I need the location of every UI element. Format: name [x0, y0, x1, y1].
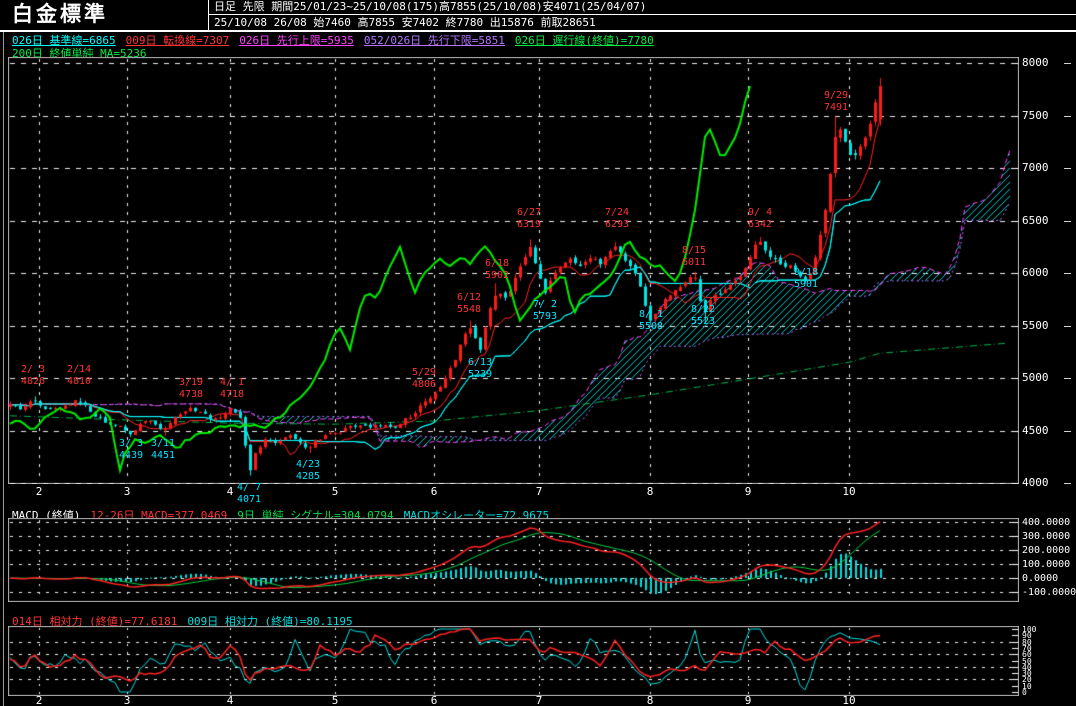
macd-axis-label: 400.0000 [1022, 517, 1071, 528]
month-label-bottom: 10 [842, 694, 856, 706]
right-edge-tick [1064, 378, 1071, 379]
month-label-bottom: 3 [123, 694, 131, 706]
month-label: 6 [430, 485, 438, 498]
price-axis-label: 6000 [1022, 266, 1049, 279]
price-axis-label: 5000 [1022, 371, 1049, 384]
month-label: 10 [842, 485, 856, 498]
macd-axis-label: 300.0000 [1022, 531, 1071, 542]
right-edge-tick [1064, 431, 1071, 432]
annotation-low: 8/ 1 5508 [638, 309, 664, 332]
price-axis-label: 4000 [1022, 476, 1049, 489]
right-edge-tick [1064, 168, 1071, 169]
month-label-bottom: 2 [35, 694, 43, 706]
month-label-bottom: 6 [430, 694, 438, 706]
annotation-low: 7/ 2 5793 [532, 299, 558, 322]
month-label: 4 [226, 485, 234, 498]
price-axis-label: 7000 [1022, 161, 1049, 174]
annotation-high: 3/19 4738 [178, 377, 204, 400]
chart-info: 日足 先限 期間25/01/23~25/10/08(175)高7855(25/1… [209, 0, 1076, 30]
month-label: 2 [35, 485, 43, 498]
chart-info-line2: 25/10/08 26/08 始7460 高7855 安7402 終7780 出… [214, 16, 596, 29]
right-edge-tick [1064, 273, 1071, 274]
annotation-high: 2/14 4810 [66, 364, 92, 387]
rsi-axis-label: 0 [1022, 688, 1027, 697]
month-label-bottom: 7 [535, 694, 543, 706]
month-label-bottom: 4 [226, 694, 234, 706]
macd-axis-label: 100.0000 [1022, 559, 1071, 570]
annotation-high: 7/24 6293 [604, 207, 630, 230]
legend-item: 026日 先行上限=5935 [239, 34, 354, 47]
month-label-bottom: 9 [744, 694, 752, 706]
annotation-low: 6/13 5239 [467, 357, 493, 380]
month-label: 7 [535, 485, 543, 498]
rsi-chart-canvas[interactable] [8, 626, 1019, 696]
macd-chart-canvas[interactable] [8, 518, 1019, 602]
annotation-high: 6/12 5548 [456, 292, 482, 315]
annotation-high: 6/18 5902 [484, 258, 510, 281]
month-label: 5 [331, 485, 339, 498]
annotation-low: 9/18 5901 [793, 267, 819, 290]
right-edge-tick [1064, 483, 1071, 484]
macd-axis-label: 0.0000 [1022, 573, 1059, 584]
price-axis-label: 5500 [1022, 318, 1049, 332]
annotation-high: 8/15 6011 [681, 245, 707, 268]
annotation-high: 9/ 4 6342 [747, 207, 773, 230]
annotation-high: 9/29 7491 [823, 90, 849, 113]
right-edge-tick [1064, 63, 1071, 64]
right-edge-tick [1064, 116, 1071, 117]
price-axis-label: 6500 [1022, 213, 1049, 227]
price-axis-label: 7500 [1022, 108, 1049, 122]
chart-info-line1: 日足 先限 期間25/01/23~25/10/08(175)高7855(25/1… [209, 0, 1076, 15]
annotation-low: 3/11 4451 [150, 438, 176, 461]
chart-header: 白金標準 日足 先限 期間25/01/23~25/10/08(175)高7855… [0, 0, 1076, 32]
main-chart-canvas[interactable] [8, 57, 1019, 484]
annotation-low: 4/ 7 4071 [236, 482, 262, 505]
annotation-high: 2/ 3 4826 [20, 364, 46, 387]
window-frame-left [3, 6, 4, 706]
month-label: 9 [744, 485, 752, 498]
right-edge-tick [1064, 221, 1071, 222]
legend-item: 052/026日 先行下限=5851 [363, 34, 505, 47]
month-label: 8 [646, 485, 654, 498]
macd-axis-label: 200.0000 [1022, 545, 1071, 556]
annotation-high: 4/ 1 4718 [219, 377, 245, 400]
price-axis-label: 8000 [1022, 56, 1049, 69]
annotation-high: 6/27 6319 [516, 207, 542, 230]
chart-window: 白金標準 日足 先限 期間25/01/23~25/10/08(175)高7855… [0, 0, 1076, 706]
page-title: 白金標準 [0, 0, 209, 30]
month-label-bottom: 8 [646, 694, 654, 706]
annotation-low: 3/ 3 4439 [118, 438, 144, 461]
annotation-low: 8/22 5523 [690, 304, 716, 327]
month-label-bottom: 5 [331, 694, 339, 706]
legend-item: 026日 遅行線(終値)=7780 [514, 34, 654, 47]
annotation-low: 4/23 4285 [295, 459, 321, 482]
price-axis-label: 4500 [1022, 423, 1049, 437]
macd-axis-label: -100.0000 [1022, 587, 1076, 598]
annotation-high: 5/29 4806 [411, 367, 437, 390]
month-label: 3 [123, 485, 131, 498]
right-edge-tick [1064, 326, 1071, 327]
